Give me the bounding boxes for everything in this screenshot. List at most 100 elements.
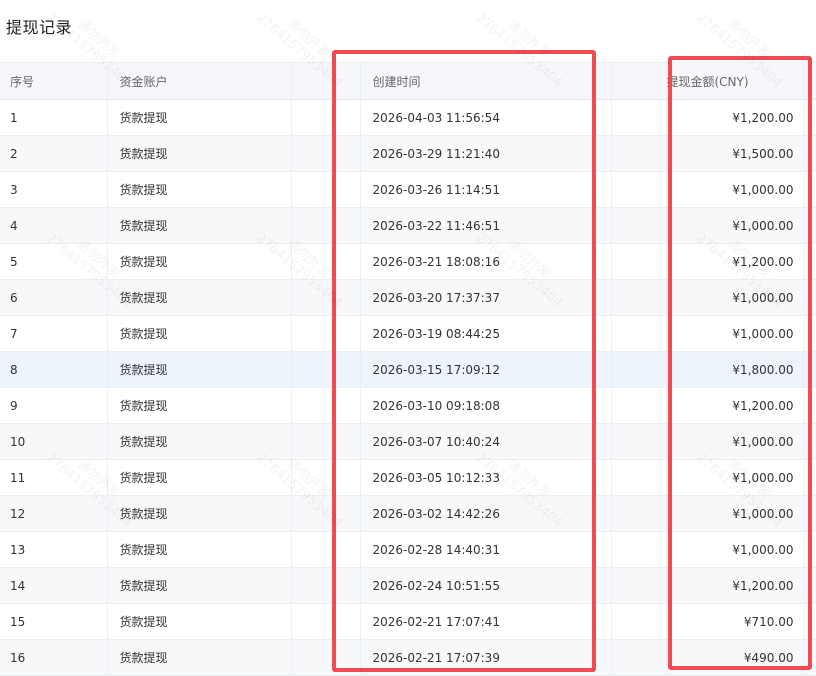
cell-amount: ¥1,000.00 <box>665 207 804 244</box>
table-row[interactable]: 8 货款提现 2026-03-15 17:09:12 ¥1,800.00 <box>0 351 816 388</box>
cell-spacer <box>610 603 666 640</box>
cell-overflow <box>803 351 816 388</box>
cell-account: 货款提现 <box>106 279 291 316</box>
cell-index: 14 <box>0 567 107 604</box>
cell-spacer <box>290 135 360 172</box>
cell-account: 货款提现 <box>106 315 291 352</box>
cell-account: 货款提现 <box>106 603 291 640</box>
cell-created-at: 2026-02-24 10:51:55 <box>359 567 611 604</box>
cell-created-at: 2026-02-21 17:07:39 <box>359 639 611 676</box>
cell-overflow <box>803 603 816 640</box>
cell-spacer <box>610 243 666 280</box>
table-row[interactable]: 2 货款提现 2026-03-29 11:21:40 ¥1,500.00 <box>0 135 816 172</box>
cell-spacer <box>290 171 360 208</box>
column-header-spacer <box>610 62 666 100</box>
table-row[interactable]: 1 货款提现 2026-04-03 11:56:54 ¥1,200.00 <box>0 99 816 136</box>
column-header-spacer <box>290 62 360 100</box>
table-row[interactable]: 14 货款提现 2026-02-24 10:51:55 ¥1,200.00 <box>0 567 816 604</box>
table-row[interactable]: 11 货款提现 2026-03-05 10:12:33 ¥1,000.00 <box>0 459 816 496</box>
cell-created-at: 2026-03-02 14:42:26 <box>359 495 611 532</box>
column-header-created-at[interactable]: 创建时间 <box>359 62 611 100</box>
cell-index: 2 <box>0 135 107 172</box>
cell-amount: ¥1,200.00 <box>665 243 804 280</box>
cell-spacer <box>610 387 666 424</box>
cell-overflow <box>803 531 816 568</box>
table-row[interactable]: 16 货款提现 2026-02-21 17:07:39 ¥490.00 <box>0 639 816 676</box>
cell-spacer <box>290 99 360 136</box>
cell-spacer <box>290 387 360 424</box>
cell-amount: ¥1,000.00 <box>665 459 804 496</box>
cell-amount: ¥1,000.00 <box>665 315 804 352</box>
cell-account: 货款提现 <box>106 459 291 496</box>
cell-overflow <box>803 207 816 244</box>
table-row[interactable]: 12 货款提现 2026-03-02 14:42:26 ¥1,000.00 <box>0 495 816 532</box>
cell-spacer <box>290 423 360 460</box>
cell-overflow <box>803 639 816 676</box>
cell-spacer <box>610 99 666 136</box>
cell-index: 1 <box>0 99 107 136</box>
cell-index: 9 <box>0 387 107 424</box>
cell-created-at: 2026-03-05 10:12:33 <box>359 459 611 496</box>
cell-spacer <box>290 315 360 352</box>
cell-amount: ¥1,200.00 <box>665 99 804 136</box>
cell-spacer <box>290 459 360 496</box>
table-row[interactable]: 3 货款提现 2026-03-26 11:14:51 ¥1,000.00 <box>0 171 816 208</box>
cell-spacer <box>290 351 360 388</box>
cell-index: 10 <box>0 423 107 460</box>
table-row[interactable]: 6 货款提现 2026-03-20 17:37:37 ¥1,000.00 <box>0 279 816 316</box>
cell-overflow <box>803 99 816 136</box>
cell-overflow <box>803 135 816 172</box>
cell-spacer <box>290 567 360 604</box>
cell-account: 货款提现 <box>106 99 291 136</box>
table-row[interactable]: 4 货款提现 2026-03-22 11:46:51 ¥1,000.00 <box>0 207 816 244</box>
cell-overflow <box>803 567 816 604</box>
cell-created-at: 2026-03-19 08:44:25 <box>359 315 611 352</box>
table-row[interactable]: 15 货款提现 2026-02-21 17:07:41 ¥710.00 <box>0 603 816 640</box>
cell-amount: ¥1,000.00 <box>665 423 804 460</box>
cell-spacer <box>610 459 666 496</box>
cell-overflow <box>803 495 816 532</box>
cell-overflow <box>803 423 816 460</box>
cell-spacer <box>610 207 666 244</box>
cell-spacer <box>290 531 360 568</box>
cell-spacer <box>610 639 666 676</box>
cell-account: 货款提现 <box>106 567 291 604</box>
cell-amount: ¥1,000.00 <box>665 495 804 532</box>
table-row[interactable]: 5 货款提现 2026-03-21 18:08:16 ¥1,200.00 <box>0 243 816 280</box>
cell-overflow <box>803 387 816 424</box>
cell-overflow <box>803 171 816 208</box>
cell-account: 货款提现 <box>106 531 291 568</box>
cell-amount: ¥1,000.00 <box>665 279 804 316</box>
column-header-index[interactable]: 序号 <box>0 62 107 100</box>
cell-spacer <box>290 243 360 280</box>
cell-account: 货款提现 <box>106 135 291 172</box>
table-row[interactable]: 13 货款提现 2026-02-28 14:40:31 ¥1,000.00 <box>0 531 816 568</box>
cell-index: 12 <box>0 495 107 532</box>
cell-spacer <box>290 495 360 532</box>
column-header-account[interactable]: 资金账户 <box>106 62 291 100</box>
cell-spacer <box>610 171 666 208</box>
cell-index: 13 <box>0 531 107 568</box>
cell-index: 15 <box>0 603 107 640</box>
table-row[interactable]: 7 货款提现 2026-03-19 08:44:25 ¥1,000.00 <box>0 315 816 352</box>
cell-amount: ¥1,500.00 <box>665 135 804 172</box>
cell-account: 货款提现 <box>106 387 291 424</box>
column-header-amount[interactable]: 提现金额(CNY) <box>665 62 804 100</box>
table-row[interactable]: 10 货款提现 2026-03-07 10:40:24 ¥1,000.00 <box>0 423 816 460</box>
table-header: 序号 资金账户 创建时间 提现金额(CNY) <box>0 62 816 100</box>
cell-index: 16 <box>0 639 107 676</box>
cell-index: 3 <box>0 171 107 208</box>
cell-account: 货款提现 <box>106 243 291 280</box>
cell-account: 货款提现 <box>106 171 291 208</box>
cell-amount: ¥1,200.00 <box>665 567 804 604</box>
cell-account: 货款提现 <box>106 423 291 460</box>
cell-created-at: 2026-02-28 14:40:31 <box>359 531 611 568</box>
cell-created-at: 2026-03-07 10:40:24 <box>359 423 611 460</box>
cell-amount: ¥710.00 <box>665 603 804 640</box>
table-row[interactable]: 9 货款提现 2026-03-10 09:18:08 ¥1,200.00 <box>0 387 816 424</box>
table-body: 1 货款提现 2026-04-03 11:56:54 ¥1,200.00 2 货款提现 20… <box>0 99 816 676</box>
cell-overflow <box>803 243 816 280</box>
cell-spacer <box>610 279 666 316</box>
cell-spacer <box>610 315 666 352</box>
cell-spacer <box>610 567 666 604</box>
